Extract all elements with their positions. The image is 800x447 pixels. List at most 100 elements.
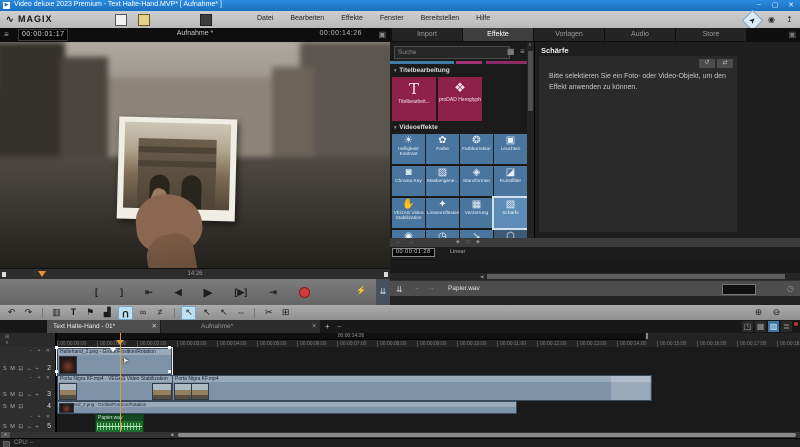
effect-tile-chroma-key[interactable]: ◙ Chroma Key: [392, 166, 425, 196]
collapse-tracks-icon[interactable]: ∨: [5, 340, 9, 346]
keyframe-mode-label[interactable]: Linear: [450, 249, 465, 255]
project-tab-aufnahme[interactable]: Aufnahme* ✕: [161, 320, 320, 333]
effect-tile-linsenreflexion[interactable]: ✦ Linsenreflexion: [426, 198, 459, 228]
timeline-playhead-marker[interactable]: [116, 340, 124, 345]
record-button[interactable]: [298, 286, 310, 298]
effect-tile-speed-blur[interactable]: ◉: [392, 230, 425, 238]
clock-icon[interactable]: ◷: [787, 284, 794, 293]
section-title-fx[interactable]: ▼ Titelbearbeitung: [393, 67, 450, 74]
range-in-button[interactable]: [: [95, 287, 98, 297]
close-tab-icon[interactable]: ✕: [312, 320, 317, 333]
grid-view-icon[interactable]: ▦: [507, 47, 515, 56]
title-editor-icon[interactable]: T: [67, 306, 80, 318]
lock-icon[interactable]: ⊡: [18, 424, 24, 430]
record-icon[interactable]: ◉: [765, 13, 778, 26]
effect-tile-maskengenerierung[interactable]: ▨ Maskengene...: [426, 166, 459, 196]
preview-collapse-icon[interactable]: ⇊: [376, 279, 390, 305]
mouse-mode-standard-icon[interactable]: ↖: [181, 306, 197, 320]
grid-arrange-icon[interactable]: ▦: [755, 321, 766, 332]
height-icon[interactable]: ÷: [36, 424, 40, 430]
mute-button[interactable]: M: [10, 424, 16, 430]
flash-icon[interactable]: ⚡: [356, 286, 366, 295]
lock-icon[interactable]: ⊡: [18, 392, 24, 398]
effect-tile-geschwindigkeit[interactable]: ◷: [426, 230, 459, 238]
keyframe-timecode[interactable]: 00:00:01:28: [392, 248, 435, 257]
effect-tile-vegas-stabilization[interactable]: ✋ VEGAS Video Stabilization: [392, 198, 425, 228]
keyframe-prev-icon[interactable]: ←: [396, 238, 402, 247]
open-project-icon[interactable]: [138, 14, 150, 26]
marker-flag-icon[interactable]: ⚑: [84, 306, 97, 318]
list-view-icon[interactable]: ≡: [520, 47, 525, 56]
effect-tile-hexagon[interactable]: ⬡: [494, 230, 527, 238]
play-button[interactable]: ▶: [204, 286, 212, 299]
group-icon[interactable]: ∞: [137, 306, 150, 318]
effect-tile-titelbearbeitung[interactable]: T Titelbearbeit...: [392, 77, 436, 121]
project-tab-active[interactable]: Text Halte-Hand - 01* ✕: [47, 320, 160, 333]
transition-icon[interactable]: ↔: [26, 366, 33, 372]
keyframe-add-icon[interactable]: ◆: [456, 238, 460, 247]
selection-handle[interactable]: [55, 370, 58, 373]
stretch-mode-icon[interactable]: ⇔: [234, 306, 247, 318]
export-icon[interactable]: [200, 14, 212, 26]
keyframe-remove-icon[interactable]: ◇: [466, 238, 470, 247]
keyframe-scroll-thumb[interactable]: [487, 274, 785, 279]
effect-tile-pan-zoom[interactable]: ↘: [460, 230, 493, 238]
video-preview[interactable]: [0, 42, 390, 268]
menu-hilfe[interactable]: Hilfe: [474, 15, 492, 22]
minimize-button[interactable]: –: [752, 1, 766, 8]
play-range-button[interactable]: [▶]: [234, 287, 247, 298]
effect-tile-stanzformen[interactable]: ◈ Stanzformen: [460, 166, 493, 196]
clip-porta-nigra-a[interactable]: Porta Nigra KF.mp4 - VEGAS Video Stabili…: [57, 375, 174, 401]
add-tab-icon[interactable]: +: [325, 322, 330, 331]
lock-icon[interactable]: ⊡: [18, 366, 24, 372]
menu-fenster[interactable]: Fenster: [378, 15, 406, 22]
mouse-mode-single-icon[interactable]: ↖: [200, 306, 213, 318]
selection-handle[interactable]: [168, 370, 171, 373]
keyframe-next-icon[interactable]: →: [408, 238, 414, 247]
mixer-icon[interactable]: ≣: [781, 321, 792, 332]
reset-effect-button[interactable]: ↺: [699, 59, 715, 68]
compare-effect-button[interactable]: ⇄: [717, 59, 733, 68]
solo-button[interactable]: S: [3, 424, 8, 430]
keyframe-copy-icon[interactable]: ◆: [476, 238, 480, 247]
range-icon[interactable]: ⊞: [279, 306, 292, 318]
preview-detach-icon[interactable]: ▣: [378, 30, 386, 39]
timeline-playhead-line[interactable]: [120, 333, 121, 432]
scrollbar-thumb[interactable]: [528, 51, 533, 111]
redo-icon[interactable]: ↷: [22, 306, 35, 318]
project-range-bar[interactable]: 00:00:14:26: [57, 333, 645, 340]
clip-haltehand-track2[interactable]: Haltehand_2.png - Größe/Position/Rotatio…: [56, 347, 173, 376]
selection-handle[interactable]: [168, 346, 171, 349]
clip-fade-handle[interactable]: [110, 348, 116, 352]
effect-tile-verzerrung[interactable]: ▦ Verzerrung: [460, 198, 493, 228]
effect-tile-schaerfe[interactable]: ▧ Schärfe: [492, 196, 529, 230]
mute-button[interactable]: M: [10, 404, 16, 410]
effect-tile-leuchten[interactable]: ▣ Leuchten: [494, 134, 527, 164]
collapse-panel-icon[interactable]: ⇊: [396, 285, 403, 294]
next-object-icon[interactable]: →: [428, 285, 435, 292]
effect-tile-farbe[interactable]: ✿ Farbe: [426, 134, 459, 164]
tab-store[interactable]: Store: [676, 28, 746, 41]
effect-tile-prodad-heroglyph[interactable]: ❖ proDAD Heroglyph: [438, 77, 482, 121]
waveform-icon[interactable]: ▟: [101, 306, 114, 318]
razor-icon[interactable]: ✂: [262, 306, 275, 318]
tab-audio[interactable]: Audio: [605, 28, 675, 41]
media-pool-detach-icon[interactable]: ▣: [788, 30, 796, 39]
mute-button[interactable]: M: [10, 392, 16, 398]
menu-datei[interactable]: Datei: [255, 15, 275, 22]
jump-end-button[interactable]: ⇥: [269, 287, 277, 298]
undo-icon[interactable]: ↶: [5, 306, 18, 318]
remove-tab-icon[interactable]: −: [337, 322, 342, 331]
solo-button[interactable]: S: [3, 392, 8, 398]
close-button[interactable]: ✕: [784, 1, 798, 9]
menu-bearbeiten[interactable]: Bearbeiten: [288, 15, 326, 22]
transition-icon[interactable]: ↔: [26, 424, 33, 430]
height-icon[interactable]: ÷: [36, 366, 40, 372]
menu-bereitstellen[interactable]: Bereitstellen: [419, 15, 462, 22]
preview-monitor-icon[interactable]: ◳: [742, 321, 753, 332]
effect-tile-kunstfilter[interactable]: ◪ Kunstfilter: [494, 166, 527, 196]
effect-tile-helligkeit-kontrast[interactable]: ☀ Helligkeit/ Kontrast: [392, 134, 425, 164]
zoom-in-icon[interactable]: ⊕: [752, 306, 765, 318]
ungroup-icon[interactable]: ≠: [154, 306, 167, 318]
prev-frame-button[interactable]: ◀: [175, 287, 182, 298]
